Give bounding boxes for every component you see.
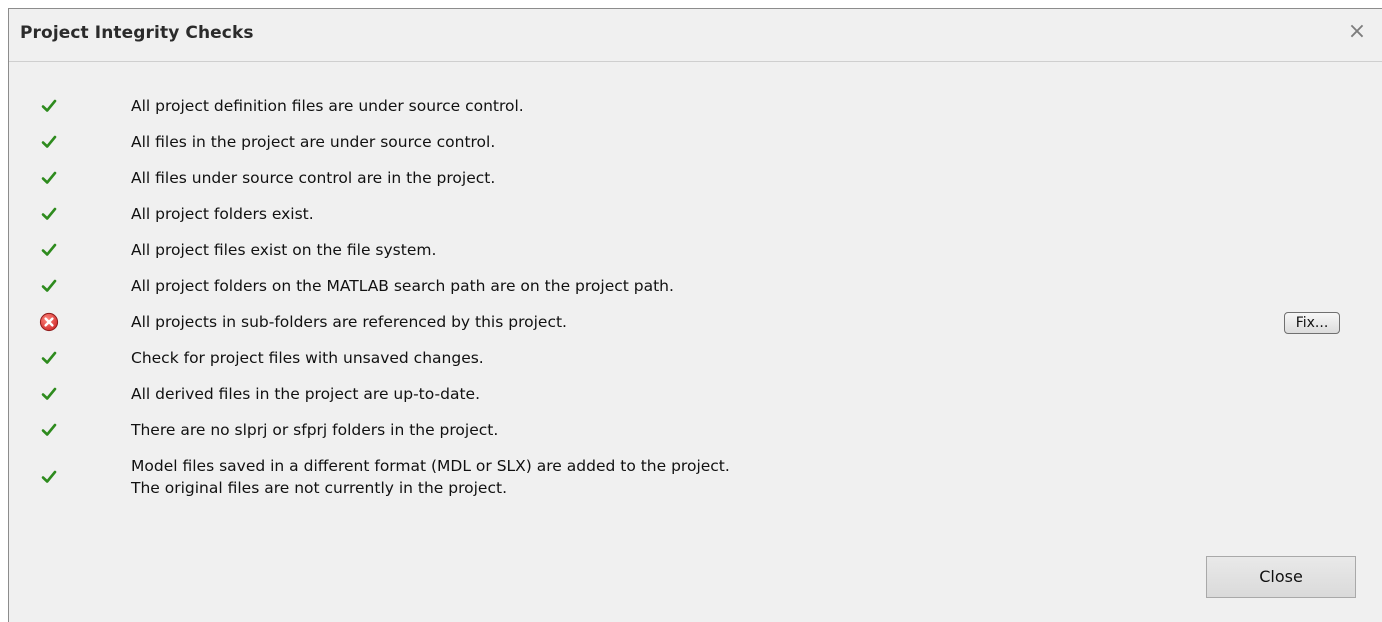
check-row: All project files exist on the file syst… — [9, 234, 1382, 270]
checks-list: All project definition files are under s… — [9, 90, 1382, 504]
check-row: All project definition files are under s… — [9, 90, 1382, 126]
check-icon — [39, 204, 59, 224]
check-text: All project folders exist. — [131, 203, 314, 225]
check-text-line: All files under source control are in th… — [131, 169, 496, 187]
error-icon — [39, 312, 59, 332]
check-text: All projects in sub-folders are referenc… — [131, 311, 567, 333]
check-icon — [39, 240, 59, 260]
fix-button[interactable]: Fix... — [1284, 312, 1340, 334]
check-row: There are no slprj or sfprj folders in t… — [9, 414, 1382, 450]
check-icon — [39, 168, 59, 188]
check-text-line: All project folders exist. — [131, 205, 314, 223]
check-icon — [39, 96, 59, 116]
check-text: Model files saved in a different format … — [131, 455, 730, 499]
check-text-line: All files in the project are under sourc… — [131, 133, 496, 151]
dialog-title: Project Integrity Checks — [20, 23, 254, 43]
check-text: All project definition files are under s… — [131, 95, 524, 117]
check-text: All project files exist on the file syst… — [131, 239, 436, 261]
check-text-line: Check for project files with unsaved cha… — [131, 349, 484, 367]
check-row: Model files saved in a different format … — [9, 450, 1382, 504]
project-integrity-dialog: Project Integrity Checks × All project d… — [8, 8, 1382, 622]
check-text-line: There are no slprj or sfprj folders in t… — [131, 421, 499, 439]
check-text: All project folders on the MATLAB search… — [131, 275, 674, 297]
check-text: All files in the project are under sourc… — [131, 131, 495, 153]
check-icon — [39, 348, 59, 368]
check-row: All projects in sub-folders are referenc… — [9, 306, 1382, 342]
check-icon — [39, 467, 59, 487]
check-row: Check for project files with unsaved cha… — [9, 342, 1382, 378]
check-text-line: Model files saved in a different format … — [131, 457, 730, 475]
check-icon — [39, 384, 59, 404]
check-text-line: All project folders on the MATLAB search… — [131, 277, 674, 295]
check-icon — [39, 420, 59, 440]
check-text-line: All projects in sub-folders are referenc… — [131, 313, 567, 331]
check-text-line: All project files exist on the file syst… — [131, 241, 437, 259]
check-row: All derived files in the project are up-… — [9, 378, 1382, 414]
check-text: All derived files in the project are up-… — [131, 383, 480, 405]
check-text: There are no slprj or sfprj folders in t… — [131, 419, 498, 441]
title-bar: Project Integrity Checks × — [9, 9, 1382, 62]
check-row: All project folders on the MATLAB search… — [9, 270, 1382, 306]
check-icon — [39, 276, 59, 296]
check-text: Check for project files with unsaved cha… — [131, 347, 484, 369]
check-text-line: The original files are not currently in … — [131, 479, 507, 497]
close-button[interactable]: Close — [1206, 556, 1356, 598]
check-row: All files in the project are under sourc… — [9, 126, 1382, 162]
check-text-line: All project definition files are under s… — [131, 97, 524, 115]
check-row: All project folders exist. — [9, 198, 1382, 234]
check-row: All files under source control are in th… — [9, 162, 1382, 198]
close-icon[interactable]: × — [1346, 21, 1368, 43]
check-icon — [39, 132, 59, 152]
check-text: All files under source control are in th… — [131, 167, 495, 189]
check-text-line: All derived files in the project are up-… — [131, 385, 480, 403]
